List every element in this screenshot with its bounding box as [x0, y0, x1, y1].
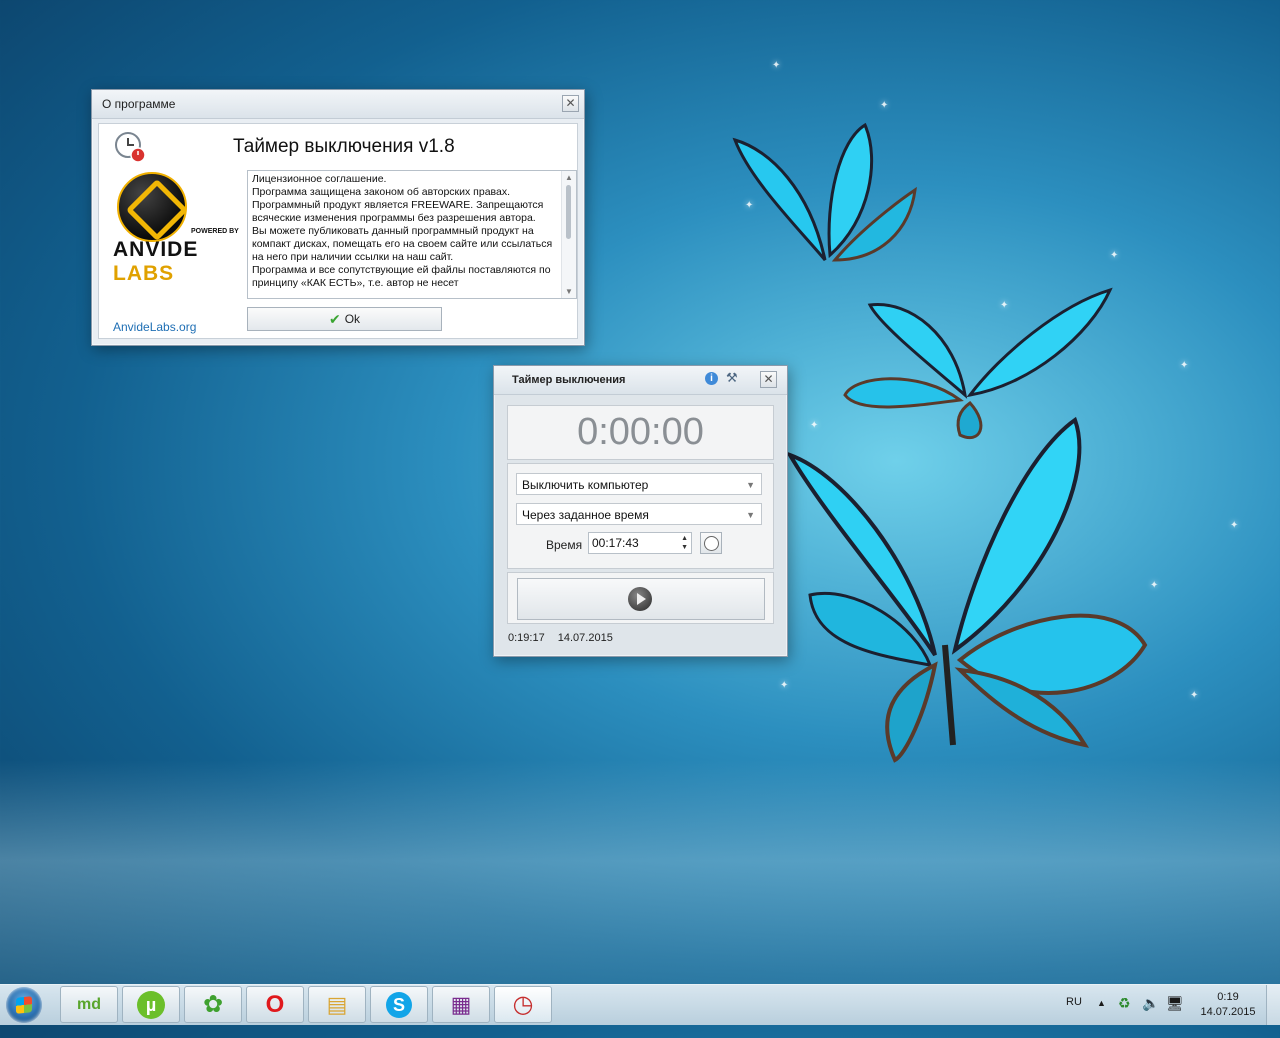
folder-icon: ▤	[326, 991, 348, 1017]
info-icon[interactable]: i	[705, 372, 718, 385]
license-text: Лицензионное соглашение. Программа защищ…	[252, 173, 558, 290]
about-window-title: О программе	[102, 97, 176, 111]
taskbar-mediaget[interactable]: md	[60, 986, 118, 1023]
about-body: Таймер выключения v1.8 POWERED BY ANVIDE…	[98, 123, 578, 339]
icq-flower-icon: ✿	[202, 991, 224, 1018]
logo-powered-by: POWERED BY	[191, 228, 239, 235]
winrar-icon: ▦	[450, 991, 472, 1017]
timer-close-button[interactable]: ✕	[760, 371, 777, 388]
taskbar-explorer[interactable]: ▤	[308, 986, 366, 1023]
scroll-down-icon[interactable]: ▼	[565, 287, 573, 296]
language-indicator[interactable]: RU	[1066, 996, 1082, 1036]
taskbar: md µ ✿ O ▤ S ▦ ◷ RU ▲ ♻ 🔈 🖥 0:19 14.07.2…	[0, 984, 1280, 1025]
tray-clock[interactable]: 0:19 14.07.2015	[1198, 985, 1258, 1025]
taskbar-opera[interactable]: O	[246, 986, 304, 1023]
license-textbox[interactable]: Лицензионное соглашение. Программа защищ…	[247, 170, 577, 299]
show-desktop-button[interactable]	[1266, 985, 1280, 1025]
chevron-down-icon: ▼	[746, 510, 755, 520]
logo-emblem	[117, 172, 189, 242]
countdown-display: 0:00:00	[577, 411, 704, 453]
windows-logo-icon	[16, 996, 32, 1014]
water-reflection	[0, 760, 1280, 984]
timer-window: Таймер выключения i ⚒ ✕ 0:00:00 Выключит…	[493, 365, 788, 657]
license-line: Программный продукт является FREEWARE. З…	[252, 199, 544, 224]
logo-wordmark: ANVIDE LABS	[113, 238, 239, 286]
butterfly-image	[785, 416, 1148, 763]
license-line: Программа и все сопутствующие ей файлы п…	[252, 264, 551, 289]
ok-button-label: Ok	[344, 312, 361, 326]
mode-select-value: Через заданное время	[522, 508, 649, 522]
opera-icon: O	[265, 990, 285, 1018]
chevron-down-icon: ▼	[746, 480, 755, 490]
status-date: 14.07.2015	[557, 632, 613, 644]
license-line: Программа защищена законом об авторских …	[252, 186, 511, 198]
logo-word-main: ANVIDE	[113, 238, 199, 261]
spin-arrows-icon[interactable]: ▲ ▼	[681, 534, 688, 552]
scroll-thumb[interactable]	[566, 185, 571, 239]
logo-word-accent: LABS	[113, 262, 175, 285]
clock-date: 14.07.2015	[1200, 1006, 1256, 1018]
mode-select[interactable]: Через заданное время ▼	[516, 503, 762, 525]
anvide-labs-logo: POWERED BY ANVIDE LABS	[113, 172, 239, 285]
network-tray-icon[interactable]: ♻	[1118, 995, 1131, 1035]
time-label: Время	[546, 538, 583, 552]
timer-app-icon	[115, 132, 146, 163]
timer-window-title: Таймер выключения	[512, 374, 626, 386]
sparkle: ✦	[772, 60, 781, 71]
action-select-value: Выключить компьютер	[522, 478, 649, 492]
network-icon[interactable]: 🖥	[1166, 995, 1184, 1035]
about-heading: Таймер выключения v1.8	[233, 136, 455, 157]
start-panel	[507, 572, 774, 624]
tray-expand-icon[interactable]: ▲	[1097, 998, 1106, 1038]
play-icon	[628, 587, 652, 611]
checkmark-icon: ✔	[328, 310, 341, 327]
start-timer-button[interactable]	[517, 578, 765, 620]
taskbar-shutdown-timer[interactable]: ◷	[494, 986, 552, 1023]
butterfly-image	[732, 122, 917, 262]
mediaget-icon: md	[77, 995, 101, 1013]
taskbar-icq[interactable]: ✿	[184, 986, 242, 1023]
volume-icon[interactable]: 🔈	[1142, 995, 1159, 1035]
about-close-button[interactable]: ✕	[562, 95, 579, 112]
pick-time-button[interactable]	[700, 532, 722, 554]
start-button[interactable]	[6, 987, 42, 1023]
status-time: 0:19:17	[508, 632, 545, 644]
time-input[interactable]: 00:17:43 ▲ ▼	[588, 532, 692, 554]
license-line: Вы можете публиковать данный программный…	[252, 225, 553, 263]
anvidelabs-link[interactable]: AnvideLabs.org	[113, 320, 196, 334]
skype-icon: S	[386, 991, 412, 1018]
utorrent-icon: µ	[137, 990, 165, 1019]
license-line: Лицензионное соглашение.	[252, 173, 387, 185]
timer-icon: ◷	[512, 991, 534, 1018]
clock-icon	[704, 536, 719, 551]
status-bar: 0:19:17 14.07.2015	[508, 632, 613, 644]
taskbar-winrar[interactable]: ▦	[432, 986, 490, 1023]
sparkle: ✦	[880, 100, 889, 111]
countdown-panel: 0:00:00	[507, 405, 774, 460]
taskbar-utorrent[interactable]: µ	[122, 986, 180, 1023]
about-window: О программе ✕ Таймер выключения v1.8 POW…	[91, 89, 585, 346]
scroll-up-icon[interactable]: ▲	[565, 173, 573, 182]
about-titlebar[interactable]: О программе	[92, 90, 584, 119]
time-input-value: 00:17:43	[592, 536, 639, 550]
sparkle: ✦	[1230, 520, 1239, 531]
license-scrollbar[interactable]: ▲ ▼	[561, 171, 576, 298]
sparkle: ✦	[1110, 250, 1119, 261]
action-select[interactable]: Выключить компьютер ▼	[516, 473, 762, 495]
settings-panel: Выключить компьютер ▼ Через заданное вре…	[507, 463, 774, 569]
sparkle: ✦	[1180, 360, 1189, 371]
taskbar-skype[interactable]: S	[370, 986, 428, 1023]
clock-time: 0:19	[1217, 991, 1239, 1003]
settings-tools-icon[interactable]: ⚒	[726, 370, 738, 386]
sparkle: ✦	[1190, 690, 1199, 701]
ok-button[interactable]: ✔ Ok	[247, 307, 442, 331]
timer-titlebar[interactable]: Таймер выключения	[494, 366, 787, 395]
